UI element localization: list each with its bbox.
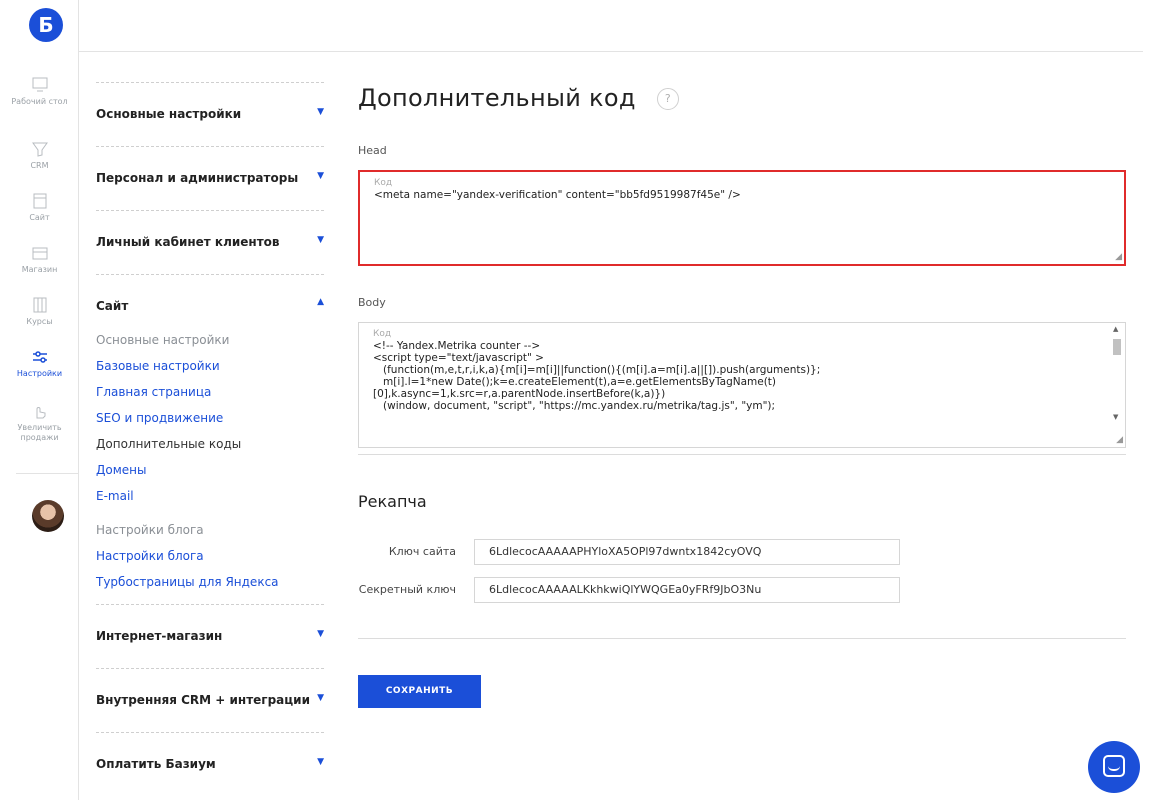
chevron-down-icon: ▼ [317,757,324,767]
help-icon[interactable]: ? [656,87,679,110]
chevron-down-icon: ▼ [317,171,324,181]
site-key-input[interactable]: 6LdlecocAAAAAPHYloXA5OPl97dwntx1842cyOVQ [474,539,900,565]
scroll-down-icon[interactable]: ▼ [1113,413,1118,421]
settings-icon [32,351,47,363]
resize-handle-icon[interactable]: ◢ [1115,252,1122,262]
rail-item-shop[interactable]: Магазин [0,244,79,275]
chat-widget-button[interactable] [1088,741,1140,793]
menu-section-label[interactable]: Сайт [96,299,128,313]
rail-item-settings[interactable]: Настройки [0,348,79,379]
rail-label: Магазин [21,265,58,274]
submenu-item-yandex-turbo[interactable]: Турбостраницы для Яндекса [96,575,279,589]
chevron-down-icon: ▼ [317,629,324,639]
crm-icon [31,142,48,157]
menu-section-client-cabinet[interactable]: Личный кабинет клиентов ▼ [96,210,324,274]
page-title: Дополнительный код [358,84,636,112]
recaptcha-title: Рекапча [358,492,427,511]
rail-item-desktop[interactable]: Рабочий стол [0,76,79,107]
rail-label: Сайт [29,213,50,222]
logo[interactable]: Б [29,8,63,42]
submenu-heading: Настройки блога [96,523,204,537]
side-rail: Б Рабочий стол CRM Сайт Магазин Курсы На… [0,0,79,800]
chevron-up-icon[interactable]: ▲ [317,297,324,307]
menu-section-label: Оплатить Базиум [96,757,216,771]
rail-item-crm[interactable]: CRM [0,140,79,171]
rail-item-sales[interactable]: Увеличить продажи [0,402,79,443]
resize-handle-icon[interactable]: ◢ [1116,435,1123,445]
rail-label: Курсы [26,317,53,326]
save-button[interactable]: СОХРАНИТЬ [358,675,481,708]
submenu-item-domains[interactable]: Домены [96,463,146,477]
desktop-icon [32,77,47,92]
scroll-up-icon[interactable]: ▲ [1113,325,1118,333]
divider [358,638,1126,639]
rail-label: Увеличить продажи [17,423,62,442]
chevron-down-icon: ▼ [317,235,324,245]
rail-item-courses[interactable]: Курсы [0,296,79,327]
divider [358,454,1126,455]
shop-icon [32,247,47,260]
rail-label: Рабочий стол [11,97,68,106]
site-key-row: Ключ сайта 6LdlecocAAAAAPHYloXA5OPl97dwn… [358,539,1126,565]
rail-label: CRM [30,161,49,170]
rail-label: Настройки [16,369,63,378]
submenu-item-base-settings[interactable]: Базовые настройки [96,359,220,373]
courses-icon [33,297,46,313]
head-placeholder: Код [374,178,393,188]
menu-section-crm[interactable]: Внутренняя CRM + интеграции ▼ [96,668,324,732]
scroll-thumb[interactable] [1113,339,1121,355]
menu-section-label: Внутренняя CRM + интеграции [96,693,310,707]
submenu-heading: Основные настройки [96,333,230,347]
menu-section-label: Интернет-магазин [96,629,223,643]
submenu-item-seo[interactable]: SEO и продвижение [96,411,223,425]
rail-divider [16,473,78,474]
body-code-value: <!-- Yandex.Metrika counter --> <script … [373,340,821,412]
chevron-down-icon: ▼ [317,693,324,703]
secret-key-row: Секретный ключ 6LdlecocAAAAALKkhkwiQlYWQ… [358,577,1126,603]
body-placeholder: Код [373,329,392,339]
secret-key-input[interactable]: 6LdlecocAAAAALKkhkwiQlYWQGEa0yFRf9JbO3Nu [474,577,900,603]
submenu-item-email[interactable]: E-mail [96,489,134,503]
menu-section-label: Личный кабинет клиентов [96,235,280,249]
menu-section-site: Сайт ▲ Основные настройки Базовые настро… [96,274,324,604]
menu-section-basic[interactable]: Основные настройки ▼ [96,82,324,146]
submenu-item-additional-codes[interactable]: Дополнительные коды [96,437,241,451]
body-scrollbar[interactable]: ▲ ▼ [1111,325,1123,433]
header-divider [79,51,1143,52]
head-code-field[interactable]: Код <meta name="yandex-verification" con… [358,170,1126,266]
menu-section-shop[interactable]: Интернет-магазин ▼ [96,604,324,668]
site-key-label: Ключ сайта [388,545,456,558]
head-label: Head [358,144,387,157]
avatar[interactable] [32,500,64,532]
menu-section-label: Персонал и администраторы [96,171,299,185]
submenu-item-home-page[interactable]: Главная страница [96,385,211,399]
secret-key-label: Секретный ключ [358,583,456,596]
settings-menu: Основные настройки ▼ Персонал и админист… [96,82,324,796]
rail-item-site[interactable]: Сайт [0,192,79,223]
menu-section-billing[interactable]: Оплатить Базиум ▼ [96,732,324,796]
site-icon [33,193,46,209]
menu-section-staff[interactable]: Персонал и администраторы ▼ [96,146,324,210]
sales-icon [36,407,45,419]
head-code-value: <meta name="yandex-verification" content… [374,189,741,201]
menu-section-label: Основные настройки [96,107,242,121]
body-code-field[interactable]: Код <!-- Yandex.Metrika counter --> <scr… [358,322,1126,448]
body-label: Body [358,296,386,309]
chevron-down-icon: ▼ [317,107,324,117]
submenu-item-blog-settings[interactable]: Настройки блога [96,549,204,563]
